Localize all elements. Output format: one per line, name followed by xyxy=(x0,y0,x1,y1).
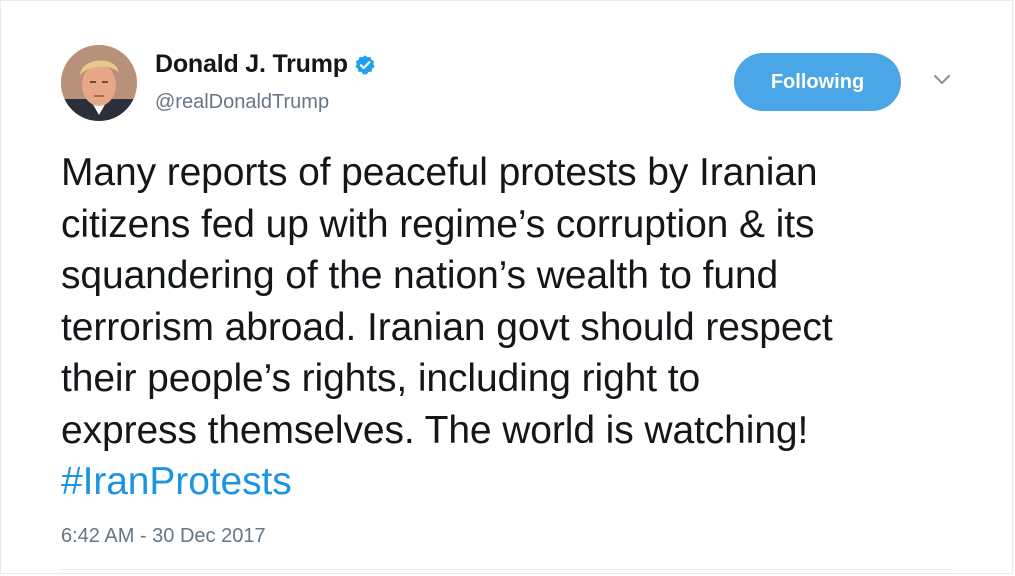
tweet-text-line: express themselves. The world is watchin… xyxy=(61,408,809,452)
avatar[interactable] xyxy=(61,45,137,121)
following-button[interactable]: Following xyxy=(734,53,901,111)
author-display-name[interactable]: Donald J. Trump xyxy=(155,50,348,79)
divider xyxy=(61,569,952,570)
verified-badge-icon xyxy=(355,54,375,74)
tweet-text: Many reports of peaceful protests by Ira… xyxy=(61,147,981,508)
tweet-timestamp[interactable]: 6:42 AM - 30 Dec 2017 xyxy=(61,525,266,548)
tweet-text-line: terrorism abroad. Iranian govt should re… xyxy=(61,305,833,349)
author-name-row[interactable]: Donald J. Trump xyxy=(155,50,376,79)
tweet-text-line: citizens fed up with regime’s corruption… xyxy=(61,202,815,246)
hashtag-link[interactable]: #IranProtests xyxy=(61,456,981,508)
avatar-image xyxy=(61,45,137,121)
author-handle[interactable]: @realDonaldTrump xyxy=(155,91,329,114)
tweet-card: Donald J. Trump @realDonaldTrump Followi… xyxy=(0,0,1013,574)
tweet-text-line: their people’s rights, including right t… xyxy=(61,357,701,400)
tweet-text-line: Many reports of peaceful protests by Ira… xyxy=(61,151,818,194)
chevron-down-icon[interactable] xyxy=(931,71,953,87)
tweet-text-line: squandering of the nation’s wealth to fu… xyxy=(61,254,779,297)
